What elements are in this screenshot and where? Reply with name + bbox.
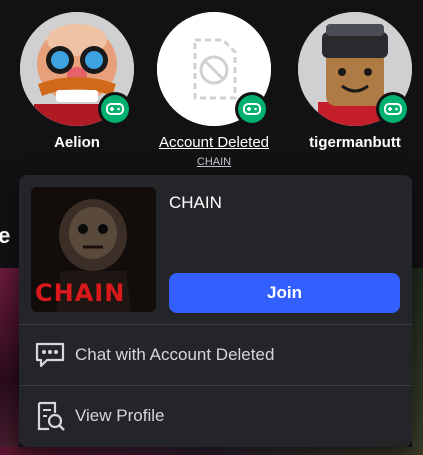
- background-section-heading: le: [0, 223, 11, 248]
- presence-indicator: [235, 92, 269, 126]
- chat-with-friend-item[interactable]: Chat with Account Deleted: [19, 325, 412, 385]
- friend-context-popup: CHAIN CHAIN Join Chat with Account Delet…: [19, 175, 412, 447]
- presence-indicator: [376, 92, 410, 126]
- presence-indicator: [98, 92, 132, 126]
- friend-name[interactable]: tigermanbutt: [288, 134, 422, 151]
- background-tile-left[interactable]: [0, 268, 19, 455]
- background-tile-right[interactable]: [412, 268, 423, 455]
- friend-name[interactable]: Account Deleted: [147, 134, 281, 151]
- view-profile-label: View Profile: [75, 406, 165, 425]
- game-title[interactable]: CHAIN: [169, 193, 222, 213]
- gamepad-icon: [243, 103, 261, 115]
- chat-bubble-icon: [35, 342, 65, 368]
- game-thumbnail-title: CHAIN: [35, 279, 126, 307]
- gamepad-icon: [384, 103, 402, 115]
- friend-playing-game-link[interactable]: CHAIN: [157, 156, 271, 168]
- profile-search-icon: [37, 401, 65, 431]
- chat-label: Chat with Account Deleted: [75, 345, 275, 364]
- background-tile-bottom[interactable]: [0, 447, 423, 455]
- join-button[interactable]: Join: [169, 273, 400, 313]
- gamepad-icon: [106, 103, 124, 115]
- game-thumbnail[interactable]: CHAIN: [31, 187, 156, 312]
- view-profile-item[interactable]: View Profile: [19, 386, 412, 446]
- friend-name[interactable]: Aelion: [10, 134, 144, 151]
